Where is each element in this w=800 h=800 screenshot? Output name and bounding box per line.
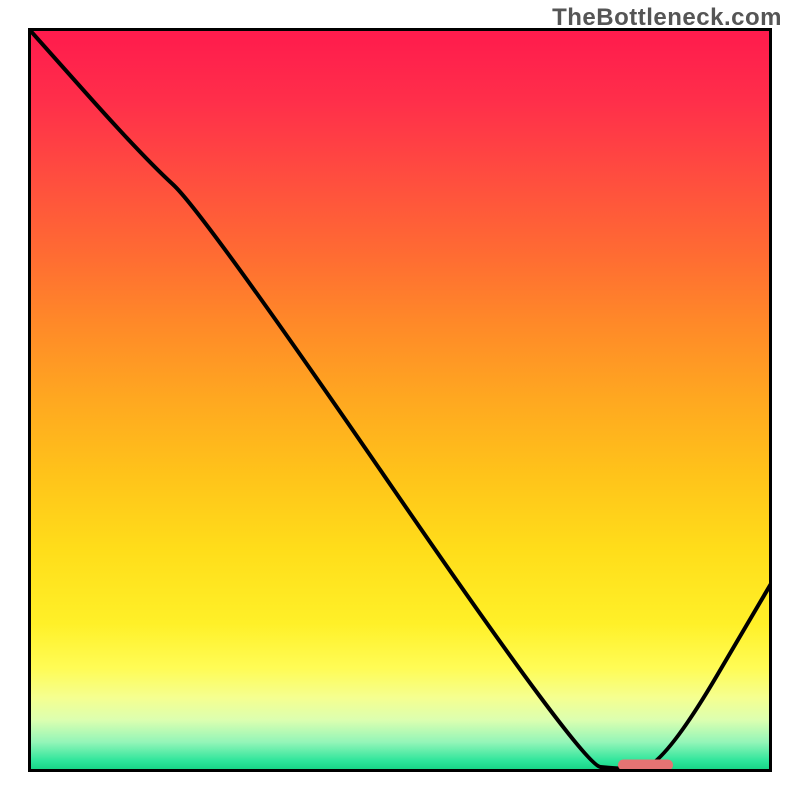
gradient-background — [28, 28, 772, 772]
chart-container: TheBottleneck.com — [0, 0, 800, 800]
bottleneck-chart — [28, 28, 772, 772]
optimal-marker — [618, 760, 673, 771]
plot-area — [28, 28, 772, 772]
